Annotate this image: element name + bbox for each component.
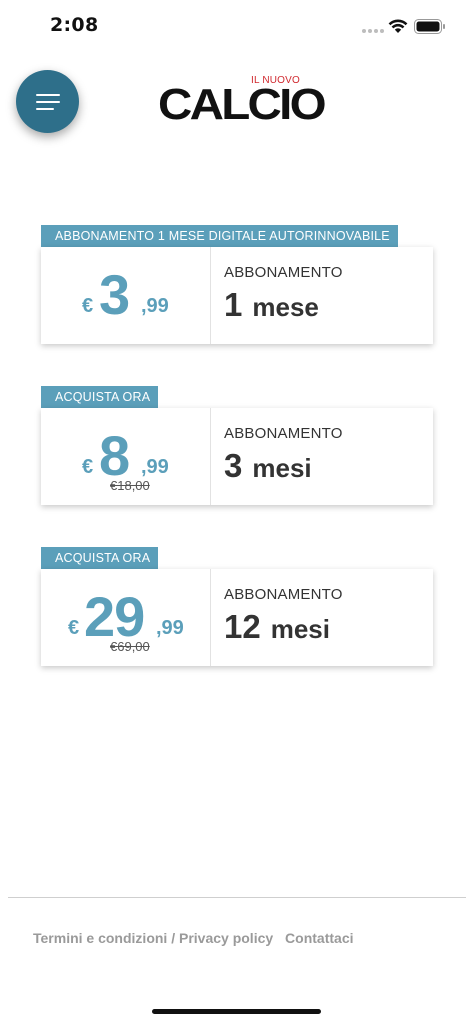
plan-title: ABBONAMENTO [224, 264, 343, 281]
plan-duration: 3 mesi [224, 447, 312, 484]
cellular-signal-icon [362, 29, 384, 33]
wifi-icon [388, 19, 408, 33]
plan-card-3-months[interactable]: € 8 ,99 €18,00 ABBONAMENTO 3 mesi [41, 408, 433, 505]
old-price: €69,00 [110, 639, 150, 654]
plan-card-12-months[interactable]: € 29 ,99 €69,00 ABBONAMENTO 12 mesi [41, 569, 433, 666]
status-time: 2:08 [50, 14, 99, 36]
price-integer: 8 [99, 424, 130, 487]
home-indicator [152, 1009, 321, 1014]
price-decimal: ,99 [141, 456, 169, 478]
plan-label: ACQUISTA ORA [41, 386, 159, 408]
privacy-link[interactable]: Privacy policy [179, 930, 273, 946]
price: € 3 ,99 [41, 247, 211, 344]
price-integer: 3 [99, 263, 130, 326]
plan-duration: 1 mese [224, 286, 319, 323]
price-decimal: ,99 [156, 617, 184, 639]
app-logo: IL NUOVO CALCIO [158, 75, 327, 129]
hamburger-menu-icon [35, 93, 60, 96]
terms-link[interactable]: Termini e condizioni [33, 930, 167, 946]
plan-details: ABBONAMENTO 3 mesi [211, 408, 433, 505]
price-integer: 29 [84, 585, 145, 648]
status-bar: 2:08 [0, 0, 473, 54]
logo-title: CALCIO [158, 80, 327, 129]
plan-card-1-month[interactable]: € 3 ,99 ABBONAMENTO 1 mese [41, 247, 433, 344]
footer-separator: / [171, 930, 176, 946]
price: € 29 ,99 €69,00 [41, 569, 211, 666]
price-currency: € [68, 617, 80, 639]
price-decimal: ,99 [141, 295, 169, 317]
price-currency: € [82, 295, 94, 317]
plan-details: ABBONAMENTO 1 mese [211, 247, 433, 344]
plan-duration: 12 mesi [224, 608, 330, 645]
plan-label: ACQUISTA ORA [41, 547, 159, 569]
price: € 8 ,99 €18,00 [41, 408, 211, 505]
old-price: €18,00 [110, 478, 150, 493]
plan-label: ABBONAMENTO 1 MESE DIGITALE AUTORINNOVAB… [41, 225, 398, 247]
plan-title: ABBONAMENTO [224, 586, 343, 603]
plan-title: ABBONAMENTO [224, 425, 343, 442]
plan-details: ABBONAMENTO 12 mesi [211, 569, 433, 666]
menu-button[interactable] [16, 70, 79, 133]
battery-icon [414, 19, 445, 34]
footer-divider [8, 897, 466, 898]
price-currency: € [82, 456, 94, 478]
contact-link[interactable]: Contattaci [285, 930, 353, 946]
footer-links: Termini e condizioni / Privacy policy Co… [33, 930, 354, 946]
